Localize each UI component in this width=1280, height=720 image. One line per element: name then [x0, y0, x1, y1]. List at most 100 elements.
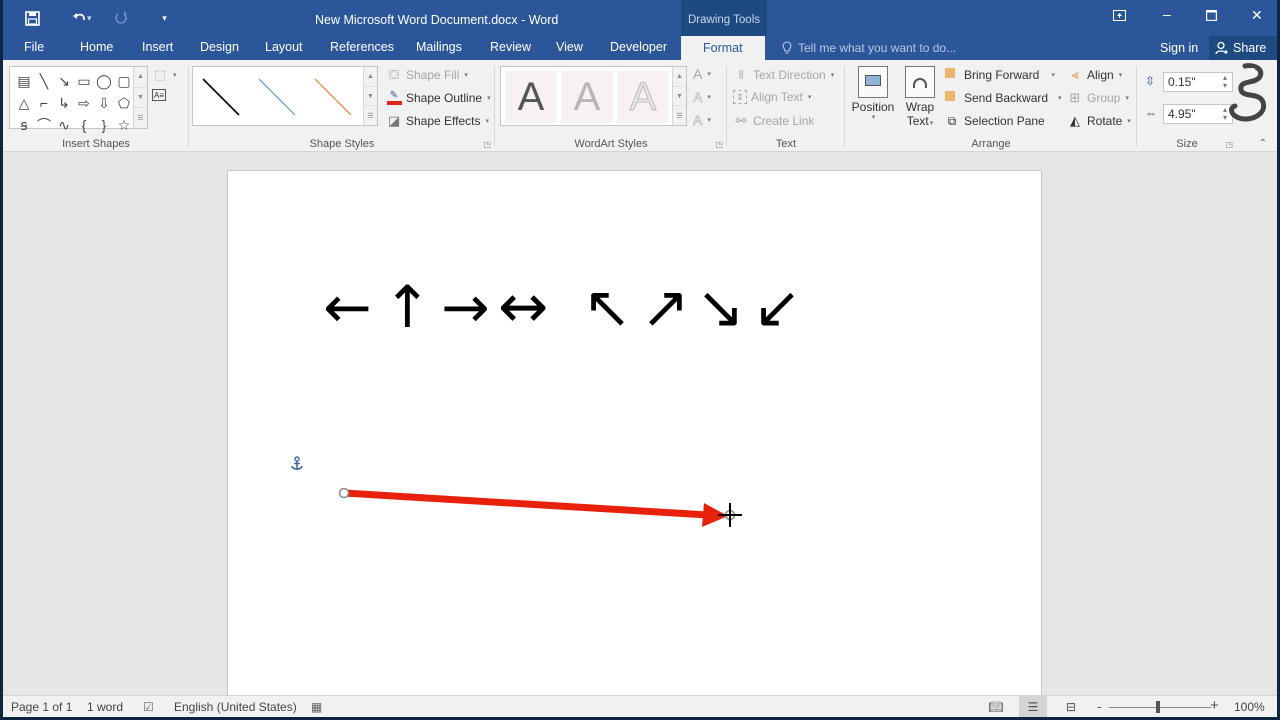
scroll-up-icon[interactable]: ▲: [673, 67, 686, 87]
customize-qat-button[interactable]: ▾: [154, 8, 176, 28]
shape-option[interactable]: ∿: [54, 114, 74, 136]
align-button[interactable]: ⫷ Align ▾: [1067, 67, 1122, 83]
shape-option[interactable]: ◯: [94, 70, 114, 92]
scroll-down-icon[interactable]: ▼: [673, 87, 686, 107]
read-mode-button[interactable]: 📖︎: [982, 696, 1010, 717]
shape-style-preset[interactable]: [202, 78, 240, 116]
align-text-button[interactable]: ⇕ Align Text ▾: [733, 90, 811, 104]
text-box-button[interactable]: A≡: [152, 89, 166, 101]
wrap-text-button[interactable]: Wrap Text▾: [900, 66, 940, 128]
word-count[interactable]: 1 word: [87, 700, 123, 714]
minimize-button[interactable]: –: [1163, 6, 1171, 22]
wordart-style-3[interactable]: A: [617, 71, 669, 123]
scroll-up-icon[interactable]: ▲: [364, 67, 377, 87]
shape-option[interactable]: ⌒: [34, 114, 54, 136]
start-handle[interactable]: [338, 487, 350, 499]
shape-option[interactable]: ☆: [114, 114, 134, 136]
wordart-launcher-icon[interactable]: ◳: [715, 140, 723, 149]
tell-me-search[interactable]: Tell me what you want to do...: [782, 41, 956, 55]
rotate-button[interactable]: ◭ Rotate ▾: [1067, 113, 1131, 129]
shape-option[interactable]: ▤: [14, 70, 34, 92]
shape-effects-button[interactable]: ◪ Shape Effects ▾: [386, 113, 489, 129]
wordart-style-1[interactable]: A: [505, 71, 557, 123]
text-fill-button[interactable]: A ▾: [693, 66, 711, 82]
share-button[interactable]: Share: [1209, 36, 1277, 60]
tab-mailings[interactable]: Mailings: [416, 40, 462, 54]
arrow-shaft[interactable]: [343, 489, 709, 519]
page-count[interactable]: Page 1 of 1: [11, 700, 72, 714]
print-layout-button[interactable]: ☰: [1019, 696, 1047, 717]
text-effects-button[interactable]: A ▾: [693, 112, 711, 129]
scroll-down-icon[interactable]: ▼: [364, 87, 377, 107]
web-layout-button[interactable]: ⊟: [1057, 696, 1085, 717]
bring-forward-button[interactable]: Bring Forward ▾: [944, 67, 1055, 83]
red-arrow-shape[interactable]: [328, 481, 758, 531]
position-button[interactable]: Position ▾: [850, 66, 896, 121]
shape-option[interactable]: {: [74, 114, 94, 136]
anchor-icon[interactable]: [290, 456, 304, 472]
edit-shape-button[interactable]: ⬚ ▾: [152, 67, 177, 83]
size-launcher-icon[interactable]: ◳: [1225, 140, 1233, 149]
shape-style-preset[interactable]: [258, 78, 296, 116]
save-button[interactable]: [21, 8, 43, 28]
shape-option[interactable]: ⇨: [74, 92, 94, 114]
selection-pane-button[interactable]: ⧉ Selection Pane: [944, 113, 1045, 129]
text-direction-button[interactable]: ⫼ Text Direction ▾: [733, 67, 835, 83]
more-icon[interactable]: ☰: [673, 106, 686, 125]
tab-references[interactable]: References: [330, 40, 394, 54]
styles-gallery-scroll[interactable]: ▲ ▼ ☰: [363, 67, 377, 125]
scroll-up-icon[interactable]: ▲: [134, 67, 147, 88]
tab-design[interactable]: Design: [200, 40, 239, 54]
undo-dropdown-icon[interactable]: ▾: [87, 13, 92, 24]
shape-option[interactable]: ⌐: [34, 92, 54, 114]
shape-option[interactable]: ⬠: [114, 92, 134, 114]
shape-styles-gallery[interactable]: ▲ ▼ ☰: [192, 66, 378, 126]
shape-styles-launcher-icon[interactable]: ◳: [483, 140, 491, 149]
tab-home[interactable]: Home: [80, 40, 113, 54]
shape-option[interactable]: ↘: [54, 70, 74, 92]
maximize-button[interactable]: [1205, 8, 1218, 24]
tab-layout[interactable]: Layout: [265, 40, 303, 54]
zoom-slider-track[interactable]: [1109, 707, 1211, 708]
shape-style-preset[interactable]: [314, 78, 352, 116]
close-button[interactable]: ✕: [1251, 7, 1263, 24]
more-icon[interactable]: ☰: [364, 106, 377, 125]
wordart-style-2[interactable]: A: [561, 71, 613, 123]
proofing-icon[interactable]: ☑: [143, 700, 154, 714]
tab-file[interactable]: File: [24, 40, 44, 54]
zoom-out-button[interactable]: -: [1097, 698, 1102, 714]
group-button[interactable]: ⊞ Group ▾: [1067, 90, 1129, 106]
shape-option[interactable]: }: [94, 114, 114, 136]
language-status[interactable]: English (United States): [174, 700, 297, 714]
document-page[interactable]: ← ↑ → ↔ ↖ ↗ ↘ ↙: [227, 170, 1042, 710]
shape-option[interactable]: ꞩ: [14, 114, 34, 136]
create-link-button[interactable]: ⚯ Create Link: [733, 113, 815, 129]
more-icon[interactable]: ☰: [134, 108, 147, 128]
shapes-gallery[interactable]: ▤ ╲ ↘ ▭ ◯ ▢ △ ⌐ ↳ ⇨ ⇩ ⬠ ꞩ ⌒ ∿{} ☆ ▲ ▼ ☰: [9, 66, 148, 133]
ribbon-display-options-button[interactable]: [1113, 8, 1126, 24]
text-outline-button[interactable]: A ▾: [693, 89, 711, 106]
shape-option[interactable]: ↳: [54, 92, 74, 114]
zoom-slider-thumb[interactable]: [1156, 701, 1160, 713]
shape-option[interactable]: ╲: [34, 70, 54, 92]
shape-outline-button[interactable]: ✎ Shape Outline ▾: [386, 90, 491, 106]
zoom-level[interactable]: 100%: [1234, 700, 1265, 714]
macro-recording-icon[interactable]: ▦: [311, 700, 322, 714]
collapse-ribbon-icon[interactable]: ⌃: [1259, 138, 1267, 149]
tab-insert[interactable]: Insert: [142, 40, 173, 54]
shape-option[interactable]: ⇩: [94, 92, 114, 114]
tab-view[interactable]: View: [556, 40, 583, 54]
zoom-in-button[interactable]: +: [1210, 697, 1219, 714]
shapes-gallery-scroll[interactable]: ▲ ▼ ☰: [133, 67, 147, 128]
shape-option[interactable]: ▢: [114, 70, 134, 92]
tab-review[interactable]: Review: [490, 40, 531, 54]
scroll-down-icon[interactable]: ▼: [134, 88, 147, 109]
shape-option[interactable]: △: [14, 92, 34, 114]
wordart-gallery[interactable]: A A A ▲ ▼ ☰: [500, 66, 687, 126]
send-backward-button[interactable]: Send Backward ▾: [944, 90, 1062, 106]
tab-format[interactable]: Format: [681, 36, 765, 60]
wordart-gallery-scroll[interactable]: ▲ ▼ ☰: [672, 67, 686, 125]
shape-option[interactable]: ▭: [74, 70, 94, 92]
sign-in-link[interactable]: Sign in: [1160, 41, 1198, 55]
tab-developer[interactable]: Developer: [610, 40, 667, 54]
